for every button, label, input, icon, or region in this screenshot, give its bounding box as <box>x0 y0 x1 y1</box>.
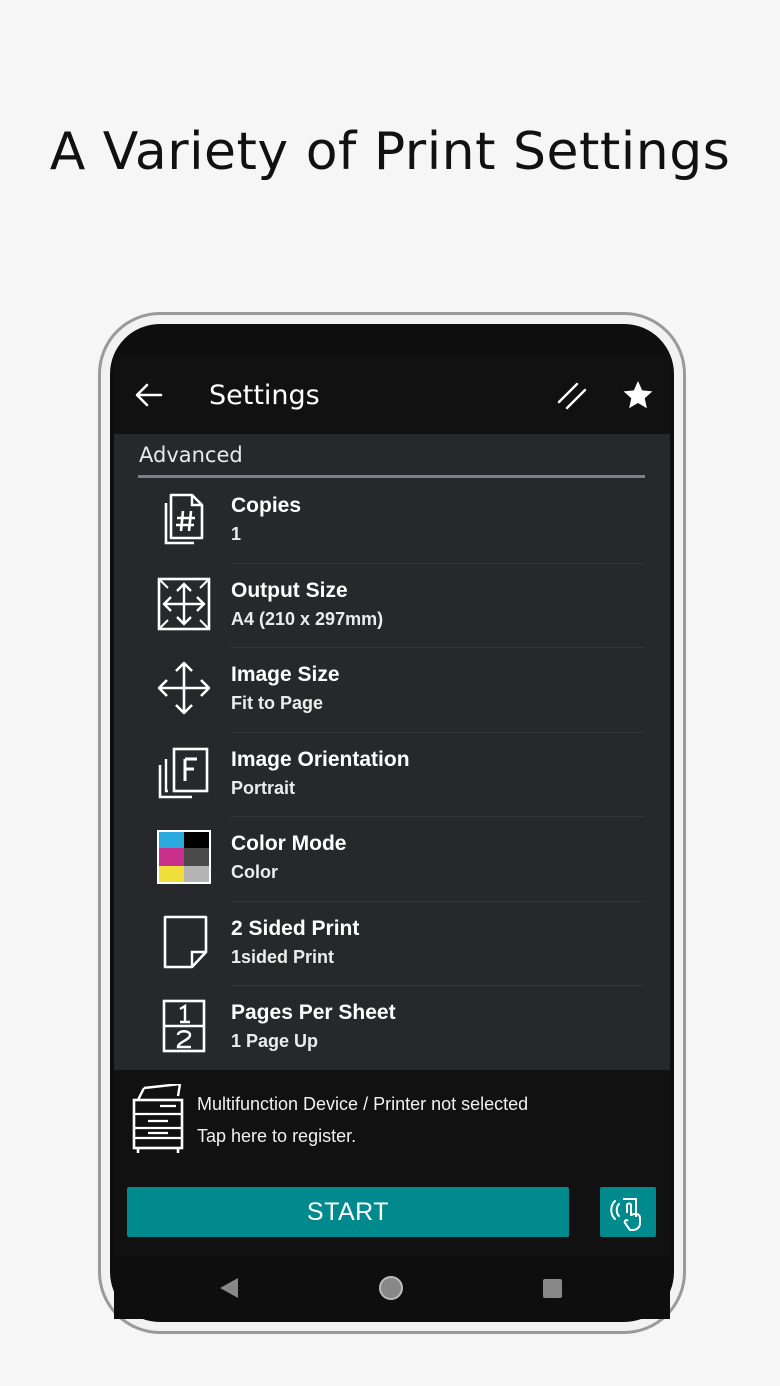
section-title: Advanced <box>139 443 243 467</box>
setting-value: Color <box>231 862 278 882</box>
setting-value: A4 (210 x 297mm) <box>231 608 384 629</box>
setting-label: Color Mode <box>231 832 347 855</box>
page-title: Settings <box>209 380 320 411</box>
pen-icon[interactable] <box>556 379 588 411</box>
setting-pages-per-sheet[interactable]: Pages Per Sheet 1 Page Up <box>114 986 670 1071</box>
setting-value: Portrait <box>231 777 296 798</box>
setting-image-size[interactable]: Image Size Fit to Page <box>114 648 670 733</box>
headline: A Variety of Print Settings <box>49 122 731 182</box>
section-divider <box>138 475 645 478</box>
setting-copies[interactable]: Copies 1 <box>114 479 670 564</box>
device-register-hint: Tap here to register. <box>197 1126 357 1146</box>
setting-label: Pages Per Sheet <box>231 1001 396 1024</box>
back-arrow-icon[interactable] <box>134 381 164 409</box>
setting-value: 1 Page Up <box>231 1031 319 1051</box>
setting-value: Fit to Page <box>231 693 324 713</box>
setting-value: 1sided Print <box>231 946 335 967</box>
app-screen: Settings Advanced Copies 1 Output Size A… <box>114 355 670 1256</box>
setting-value: 1 <box>231 524 242 544</box>
setting-label: Copies <box>231 494 302 517</box>
setting-output-size[interactable]: Output Size A4 (210 x 297mm) <box>114 564 670 648</box>
color-mode-icon <box>157 830 211 884</box>
setting-label: Image Orientation <box>231 747 410 771</box>
settings-list: Copies 1 Output Size A4 (210 x 297mm) Im… <box>114 479 670 1071</box>
nfc-phone-icon <box>610 1198 641 1231</box>
setting-label: 2 Sided Print <box>231 916 360 940</box>
orientation-icon <box>158 747 209 798</box>
nfc-touch-button[interactable] <box>600 1187 656 1237</box>
system-nav-bar <box>114 1256 670 1319</box>
setting-2-sided-print[interactable]: 2 Sided Print 1sided Print <box>114 902 670 986</box>
star-icon[interactable] <box>622 379 654 411</box>
setting-label: Image Size <box>231 663 340 686</box>
printer-icon <box>132 1084 184 1153</box>
device-status-text: Multifunction Device / Printer not selec… <box>197 1094 529 1114</box>
setting-label: Output Size <box>231 578 348 602</box>
page-icon <box>163 915 208 968</box>
device-selector[interactable]: Multifunction Device / Printer not selec… <box>114 1070 670 1256</box>
copies-icon <box>164 493 204 545</box>
nav-recents-icon[interactable] <box>542 1278 563 1299</box>
setting-image-orientation[interactable]: Image Orientation Portrait <box>114 733 670 817</box>
nav-home-icon[interactable] <box>378 1275 404 1301</box>
pages-per-sheet-icon <box>162 999 206 1053</box>
setting-color-mode[interactable]: Color Mode Color <box>114 817 670 902</box>
app-bar: Settings <box>114 355 670 434</box>
output-size-icon <box>157 577 211 630</box>
move-arrows-icon <box>157 661 211 715</box>
start-button[interactable]: START <box>127 1187 569 1237</box>
nav-back-icon[interactable] <box>218 1276 240 1300</box>
